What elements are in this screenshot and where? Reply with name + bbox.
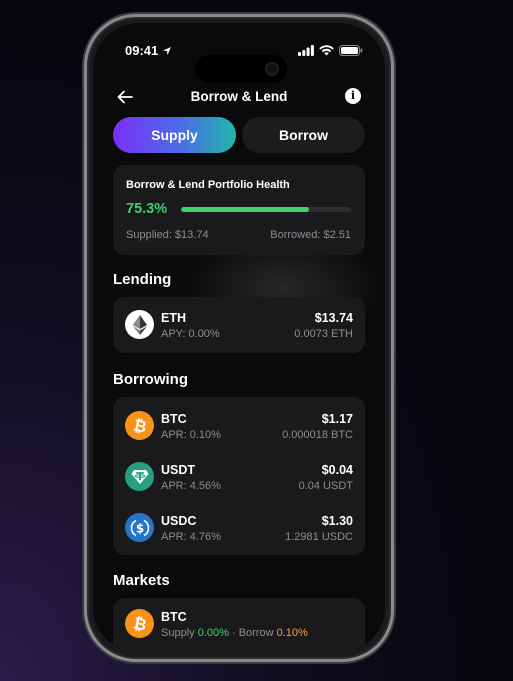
asset-amount: 1.2981 USDC — [285, 531, 353, 543]
btc-icon: ₿ — [125, 609, 154, 638]
asset-name: BTC — [161, 610, 187, 624]
svg-text:$: $ — [135, 521, 143, 535]
dynamic-island — [195, 55, 287, 83]
usdc-icon: $ — [125, 513, 154, 542]
list-item[interactable]: $ USDC APR: 4.76% $1.30 1.2981 USDC — [113, 502, 365, 553]
asset-usd-value: $1.30 — [321, 514, 353, 528]
health-progress-bar — [181, 207, 351, 212]
phone-frame: 09:41 Borrow & Lend i Supply Borrow Borr… — [84, 14, 394, 662]
svg-text:₿: ₿ — [132, 615, 148, 633]
status-time: 09:41 — [125, 43, 172, 58]
svg-text:₿: ₿ — [132, 417, 148, 435]
asset-amount: 0.000018 BTC — [282, 429, 353, 441]
health-title: Borrow & Lend Portfolio Health — [126, 179, 290, 191]
list-item[interactable]: ETH APY: 0.00% $13.74 0.0073 ETH — [113, 299, 365, 350]
btc-icon: ₿ — [125, 411, 154, 440]
borrowing-card: ₿ BTC APR: 0.10% $1.17 0.000018 BTC USDT… — [113, 397, 365, 555]
signal-icon — [298, 45, 314, 56]
top-nav: Borrow & Lend i — [93, 85, 385, 109]
status-time-text: 09:41 — [125, 43, 159, 58]
asset-usd-value: $1.17 — [321, 412, 353, 426]
asset-rate: APR: 4.76% — [161, 531, 221, 543]
asset-name: USDT — [161, 463, 196, 477]
section-title-markets: Markets — [113, 572, 170, 589]
borrow-rate: 0.10% — [276, 627, 308, 639]
page-title: Borrow & Lend — [190, 89, 288, 104]
battery-icon — [339, 45, 363, 56]
info-icon[interactable]: i — [345, 88, 361, 104]
segment-control: Supply Borrow — [113, 117, 365, 153]
borrow-label: Borrow — [238, 627, 277, 639]
supply-label: Supply — [161, 627, 198, 639]
asset-rate: APR: 4.56% — [161, 480, 221, 492]
section-title-lending: Lending — [113, 271, 172, 288]
status-bar: 09:41 — [93, 41, 385, 83]
section-title-borrowing: Borrowing — [113, 371, 188, 388]
supply-rate: 0.00% — [197, 627, 229, 639]
lending-card: ETH APY: 0.00% $13.74 0.0073 ETH — [113, 297, 365, 353]
asset-name: BTC — [161, 412, 187, 426]
health-progress-fill — [181, 207, 309, 212]
asset-name: ETH — [161, 311, 186, 325]
app-screen: 09:41 Borrow & Lend i Supply Borrow Borr… — [93, 23, 385, 653]
status-icons — [298, 45, 363, 56]
location-arrow-icon — [162, 47, 171, 55]
tab-supply[interactable]: Supply — [113, 117, 236, 153]
usdt-icon — [125, 462, 154, 491]
tab-borrow[interactable]: Borrow — [242, 117, 365, 153]
asset-rate: APY: 0.00% — [161, 328, 220, 340]
camera-icon — [265, 62, 279, 76]
asset-amount: 0.04 USDT — [298, 480, 353, 492]
markets-card: ₿ BTC Supply 0.00% · Borrow 0.10% — [113, 598, 365, 653]
asset-name: USDC — [161, 514, 197, 528]
eth-icon — [125, 310, 154, 339]
rate-separator: · — [228, 627, 239, 639]
asset-amount: 0.0073 ETH — [294, 328, 353, 340]
health-percent: 75.3% — [126, 201, 168, 217]
portfolio-health-card: Borrow & Lend Portfolio Health 75.3% Sup… — [113, 165, 365, 255]
list-item[interactable]: ₿ BTC APR: 0.10% $1.17 0.000018 BTC — [113, 400, 365, 451]
wifi-icon — [319, 45, 334, 56]
list-item[interactable]: USDT APR: 4.56% $0.04 0.04 USDT — [113, 451, 365, 502]
list-item[interactable]: ₿ BTC Supply 0.00% · Borrow 0.10% — [113, 598, 365, 649]
asset-usd-value: $0.04 — [321, 463, 353, 477]
asset-rate: APR: 0.10% — [161, 429, 221, 441]
borrowed-amount: Borrowed: $2.51 — [270, 229, 351, 241]
supplied-amount: Supplied: $13.74 — [126, 229, 209, 241]
asset-usd-value: $13.74 — [314, 311, 353, 325]
market-rates: Supply 0.00% · Borrow 0.10% — [161, 627, 308, 639]
